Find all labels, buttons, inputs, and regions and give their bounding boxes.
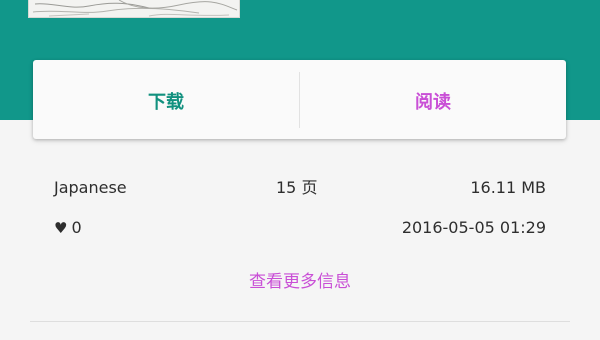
language-label: Japanese bbox=[54, 178, 127, 197]
page-count: 15 页 bbox=[276, 178, 318, 197]
section-divider bbox=[30, 321, 570, 322]
posted-date: 2016-05-05 01:29 bbox=[401, 218, 546, 237]
file-size: 16.11 MB bbox=[470, 178, 546, 197]
favorite-count-group: ♥ 0 bbox=[54, 216, 82, 240]
more-info-link[interactable]: 查看更多信息 bbox=[0, 270, 600, 294]
read-button[interactable]: 阅读 bbox=[300, 60, 566, 139]
heart-icon: ♥ bbox=[54, 219, 68, 237]
cover-thumbnail[interactable] bbox=[28, 0, 240, 18]
download-button[interactable]: 下载 bbox=[33, 60, 299, 139]
favorite-count: 0 bbox=[71, 218, 82, 237]
action-card: 下载 阅读 bbox=[33, 60, 566, 139]
info-row-stats: ♥ 0 2016-05-05 01:29 bbox=[54, 216, 546, 240]
info-row-meta: Japanese 15 页 16.11 MB bbox=[54, 176, 546, 200]
